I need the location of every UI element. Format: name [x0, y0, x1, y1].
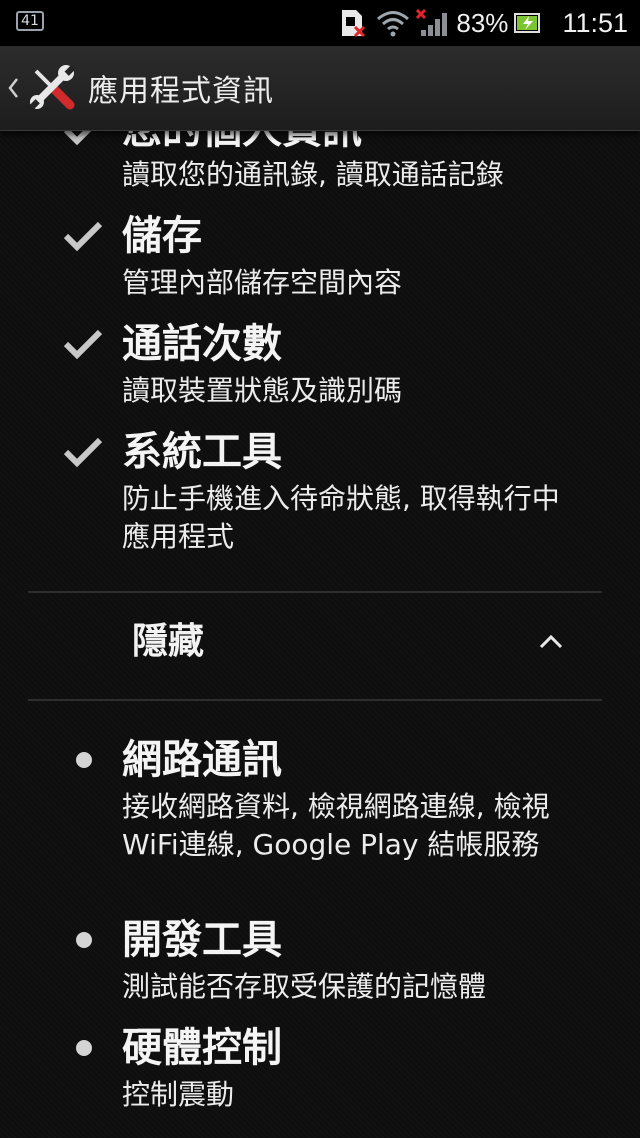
status-bar: 41 83% 11:51: [0, 0, 640, 46]
bullet-icon: [76, 1040, 92, 1056]
divider: [28, 699, 602, 701]
permission-title: 通話次數: [122, 321, 282, 367]
battery-charging-icon: [514, 12, 542, 34]
permission-title: 硬體控制: [122, 1025, 282, 1071]
permission-title: 開發工具: [122, 917, 282, 963]
permission-description: 測試能否存取受保護的記憶體: [122, 970, 487, 1003]
permission-title: 儲存: [122, 213, 202, 259]
check-icon: [63, 130, 93, 146]
check-icon: [63, 329, 103, 360]
notification-badge-icon: 41: [16, 11, 44, 31]
bullet-icon: [76, 752, 92, 768]
wifi-icon: [376, 9, 410, 37]
clock: 11:51: [562, 7, 628, 38]
permission-description: 接收網路資料, 檢視網路連線, 檢視WiFi連線, Google Play 結帳…: [122, 790, 550, 861]
hidden-section-header[interactable]: 隱藏: [0, 592, 640, 698]
permission-description: 控制震動: [122, 1078, 235, 1111]
chevron-up-icon[interactable]: [538, 632, 564, 652]
action-bar: 應用程式資訊: [0, 46, 640, 131]
bullet-icon: [76, 932, 92, 948]
tools-wrench-screwdriver-icon[interactable]: [26, 63, 76, 113]
permission-description: 讀取您的通訊錄, 讀取通話記錄: [122, 158, 504, 191]
page-title: 應用程式資訊: [88, 74, 274, 109]
check-icon: [63, 437, 103, 468]
chevron-left-icon[interactable]: [6, 75, 20, 101]
permission-title: 您的個人資訊: [122, 130, 362, 153]
permission-description: 防止手機進入待命狀態, 取得執行中應用程式: [122, 482, 560, 553]
check-icon: [63, 221, 103, 252]
sim-error-icon: [340, 8, 366, 38]
battery-percent: 83%: [456, 7, 509, 38]
status-icons: 83% 11:51: [340, 0, 628, 46]
permission-title: 系統工具: [122, 429, 282, 475]
permissions-list[interactable]: 您的個人資訊 讀取您的通訊錄, 讀取通話記錄 儲存 管理內部儲存空間內容 通話次…: [0, 130, 640, 1138]
section-title: 隱藏: [132, 621, 205, 662]
permission-title: 網路通訊: [122, 737, 282, 783]
permission-description: 讀取裝置狀態及識別碼: [122, 374, 403, 407]
permission-description: 管理內部儲存空間內容: [122, 266, 403, 299]
signal-no-service-icon: [416, 8, 450, 38]
